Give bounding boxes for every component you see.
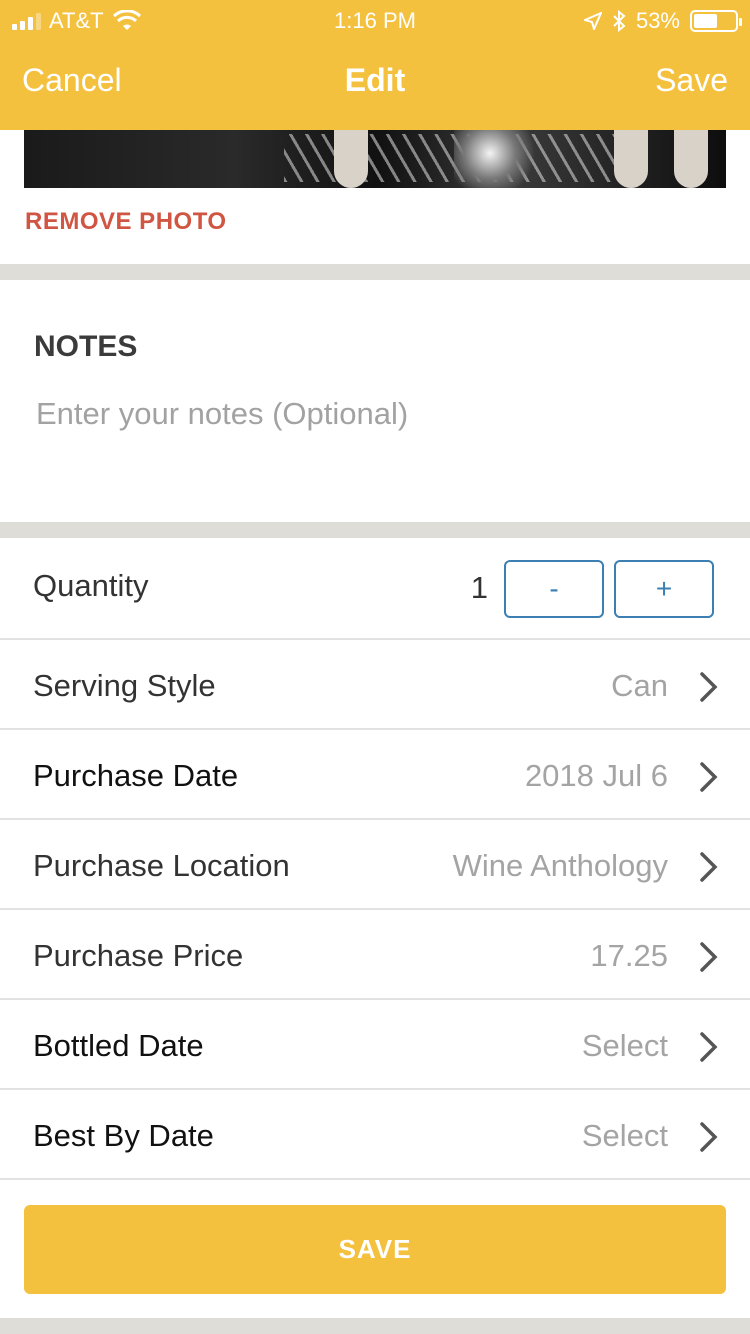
chevron-right-icon xyxy=(700,1032,718,1062)
photo-detail xyxy=(674,130,708,188)
header-bar: AT&T 1:16 PM 53% Cancel Edit Save xyxy=(0,0,750,130)
row-label: Purchase Price xyxy=(33,938,244,973)
status-right: 53% xyxy=(583,8,742,34)
chevron-right-icon xyxy=(700,762,718,792)
row-label: Bottled Date xyxy=(33,1028,204,1063)
battery-icon xyxy=(690,10,742,32)
row-value: Select xyxy=(581,1118,668,1153)
location-arrow-icon xyxy=(583,12,602,30)
quantity-value: 1 xyxy=(470,570,488,605)
row-value: 2018 Jul 6 xyxy=(524,758,668,793)
row-value: Can xyxy=(611,668,668,703)
row-value: Wine Anthology xyxy=(452,848,668,883)
photo-detail xyxy=(614,130,648,188)
row-value: 17.25 xyxy=(590,938,668,973)
remove-photo-button[interactable]: REMOVE PHOTO xyxy=(25,208,227,236)
row-label: Serving Style xyxy=(33,668,216,703)
row-label: Best By Date xyxy=(33,1118,214,1153)
chevron-right-icon xyxy=(700,1122,718,1152)
chevron-right-icon xyxy=(700,942,718,972)
section-divider xyxy=(0,522,750,538)
notes-heading: NOTES xyxy=(34,330,138,363)
quantity-increment-button[interactable]: + xyxy=(614,560,714,618)
section-divider xyxy=(0,1318,750,1334)
save-button[interactable]: SAVE xyxy=(24,1205,726,1294)
row-label: Purchase Date xyxy=(33,758,239,793)
notes-input[interactable] xyxy=(36,396,716,432)
row-value: Select xyxy=(581,1028,668,1063)
row-label: Purchase Location xyxy=(33,848,290,883)
quantity-decrement-button[interactable]: - xyxy=(504,560,604,618)
beer-photo xyxy=(24,130,726,188)
page-title: Edit xyxy=(344,62,406,98)
quantity-label: Quantity xyxy=(33,568,149,603)
nav-bar: Cancel Edit Save xyxy=(0,62,750,108)
purchase-price-row[interactable]: Purchase Price 17.25 xyxy=(0,910,750,1000)
quantity-row: Quantity 1 - + xyxy=(0,540,750,640)
best-by-date-row[interactable]: Best By Date Select xyxy=(0,1090,750,1180)
purchase-date-row[interactable]: Purchase Date 2018 Jul 6 xyxy=(0,730,750,820)
battery-percent: 53% xyxy=(635,8,680,33)
section-divider xyxy=(0,264,750,280)
bluetooth-icon xyxy=(613,10,626,32)
save-nav-button[interactable]: Save xyxy=(655,62,728,99)
bottled-date-row[interactable]: Bottled Date Select xyxy=(0,1000,750,1090)
photo-detail xyxy=(334,130,368,188)
photo-highlight xyxy=(454,130,544,188)
chevron-right-icon xyxy=(700,672,718,702)
status-bar: AT&T 1:16 PM 53% xyxy=(0,0,750,40)
purchase-location-row[interactable]: Purchase Location Wine Anthology xyxy=(0,820,750,910)
serving-style-row[interactable]: Serving Style Can xyxy=(0,640,750,730)
chevron-right-icon xyxy=(700,852,718,882)
